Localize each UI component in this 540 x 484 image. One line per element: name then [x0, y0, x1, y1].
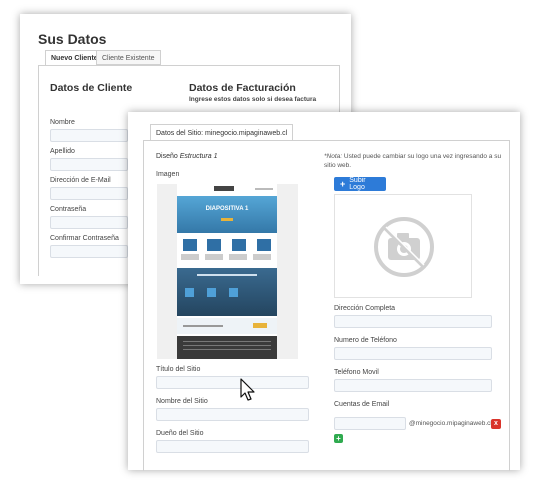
note-text: Usted puede cambiar su logo una vez ingr…: [324, 153, 502, 169]
preview-features: [177, 236, 277, 266]
email-label: Dirección de E-Mail: [50, 177, 111, 184]
logo-placeholder: [334, 194, 472, 298]
preview-footer: [177, 336, 277, 359]
phone-input[interactable]: [334, 347, 492, 360]
email-input[interactable]: [50, 187, 128, 200]
add-email-button[interactable]: +: [334, 434, 343, 443]
tab-site-data[interactable]: Datos del Sitio: minegocio.mipaginaweb.c…: [150, 124, 294, 141]
email-account-input[interactable]: [334, 417, 406, 430]
nombre-input[interactable]: [50, 129, 128, 142]
preview-feature: [183, 239, 197, 251]
preview-band-block: [229, 288, 238, 297]
email-domain: @minegocio.mipaginaweb.cl: [409, 420, 492, 427]
preview-feature: [257, 239, 271, 251]
confirm-password-input[interactable]: [50, 245, 128, 258]
image-label: Imagen: [156, 171, 180, 178]
mobile-label: Teléfono Movil: [334, 369, 379, 376]
remove-email-button[interactable]: x: [491, 419, 501, 429]
template-preview-image[interactable]: DIAPOSITIVA 1: [157, 184, 298, 359]
preview-feature: [232, 239, 246, 251]
site-data-panel: Datos del Sitio: minegocio.mipaginaweb.c…: [128, 112, 520, 471]
design-label-text: Diseño: [156, 153, 178, 160]
address-input[interactable]: [334, 315, 492, 328]
preview-band: [177, 268, 277, 316]
nombre-label: Nombre: [50, 119, 75, 126]
password-label: Contraseña: [50, 206, 87, 213]
preview-hero: DIAPOSITIVA 1: [177, 196, 277, 233]
mouse-pointer-icon: [240, 378, 255, 401]
page-title: Sus Datos: [38, 31, 107, 47]
site-owner-input[interactable]: [156, 440, 309, 453]
design-name: Estructura 1: [179, 153, 218, 160]
logo-note: *Nota: Usted puede cambiar su logo una v…: [324, 152, 507, 170]
address-label: Dirección Completa: [334, 305, 396, 312]
phone-label: Numero de Teléfono: [334, 337, 397, 344]
site-title-input[interactable]: [156, 376, 309, 389]
preview-feature: [207, 239, 221, 251]
apellido-input[interactable]: [50, 158, 128, 171]
billing-heading: Datos de Facturación: [189, 82, 296, 94]
site-name-label: Nombre del Sitio: [156, 398, 208, 405]
preview-footer-lines: [183, 341, 271, 351]
preview-cta-text: [183, 325, 223, 327]
preview-hero-button: [221, 218, 233, 221]
confirm-password-label: Confirmar Contraseña: [50, 235, 119, 242]
preview-text-lines: [181, 254, 273, 260]
billing-note: Ingrese estos datos solo si desea factur…: [189, 96, 317, 103]
site-owner-label: Dueño del Sitio: [156, 430, 204, 437]
design-label: Diseño Estructura 1: [156, 153, 218, 160]
password-input[interactable]: [50, 216, 128, 229]
preview-menu: [255, 188, 273, 190]
site-title-label: Título del Sitio: [156, 366, 201, 373]
preview-cta-button: [253, 323, 267, 328]
no-camera-icon: [374, 217, 434, 277]
preview-logo: [214, 186, 234, 191]
upload-logo-button[interactable]: + Subir Logo: [334, 177, 386, 191]
email-accounts-label: Cuentas de Email: [334, 401, 390, 408]
tab-cliente-existente[interactable]: Cliente Existente: [96, 50, 161, 65]
preview-page: DIAPOSITIVA 1: [177, 184, 277, 359]
preview-band-block: [185, 288, 194, 297]
preview-slide-title: DIAPOSITIVA 1: [205, 206, 249, 212]
site-name-input[interactable]: [156, 408, 309, 421]
preview-band-title: [197, 274, 257, 276]
apellido-label: Apellido: [50, 148, 75, 155]
mobile-input[interactable]: [334, 379, 492, 392]
preview-band-block: [207, 288, 216, 297]
client-heading: Datos de Cliente: [50, 82, 133, 94]
tab-nuevo-cliente[interactable]: Nuevo Cliente: [45, 50, 104, 66]
plus-icon: +: [340, 178, 346, 189]
upload-logo-label: Subir Logo: [349, 177, 366, 191]
preview-cta: [177, 318, 277, 334]
note-prefix: *Nota:: [324, 153, 343, 160]
